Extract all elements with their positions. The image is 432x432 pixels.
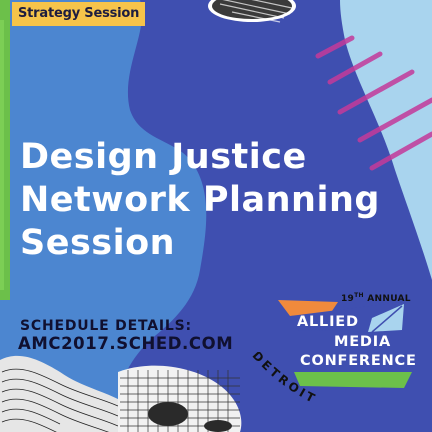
schedule-url: AMC2017.SCHED.COM: [18, 334, 234, 353]
edition-label: 19TH ANNUAL: [341, 292, 411, 304]
event-title: Design Justice Network Planning Session: [20, 136, 400, 265]
svg-text:DETROIT: DETROIT: [250, 352, 320, 407]
city-label: DETROIT: [250, 352, 320, 407]
title-line-3: Session: [20, 223, 176, 263]
event-poster: Strategy Session Design Justice Network …: [0, 0, 432, 432]
city-name: DETROIT: [250, 352, 317, 407]
schedule-label: SCHEDULE DETAILS:: [20, 318, 192, 334]
title-line-2: Network Planning: [20, 180, 380, 220]
edition-suffix: TH: [354, 292, 364, 299]
logo-word-media: MEDIA: [334, 334, 391, 350]
title-line-1: Design Justice: [20, 137, 307, 177]
edition-number: 19: [341, 294, 355, 304]
session-type-badge: Strategy Session: [12, 2, 146, 26]
logo-word-allied: ALLIED: [297, 314, 359, 330]
edition-word: ANNUAL: [367, 294, 411, 304]
